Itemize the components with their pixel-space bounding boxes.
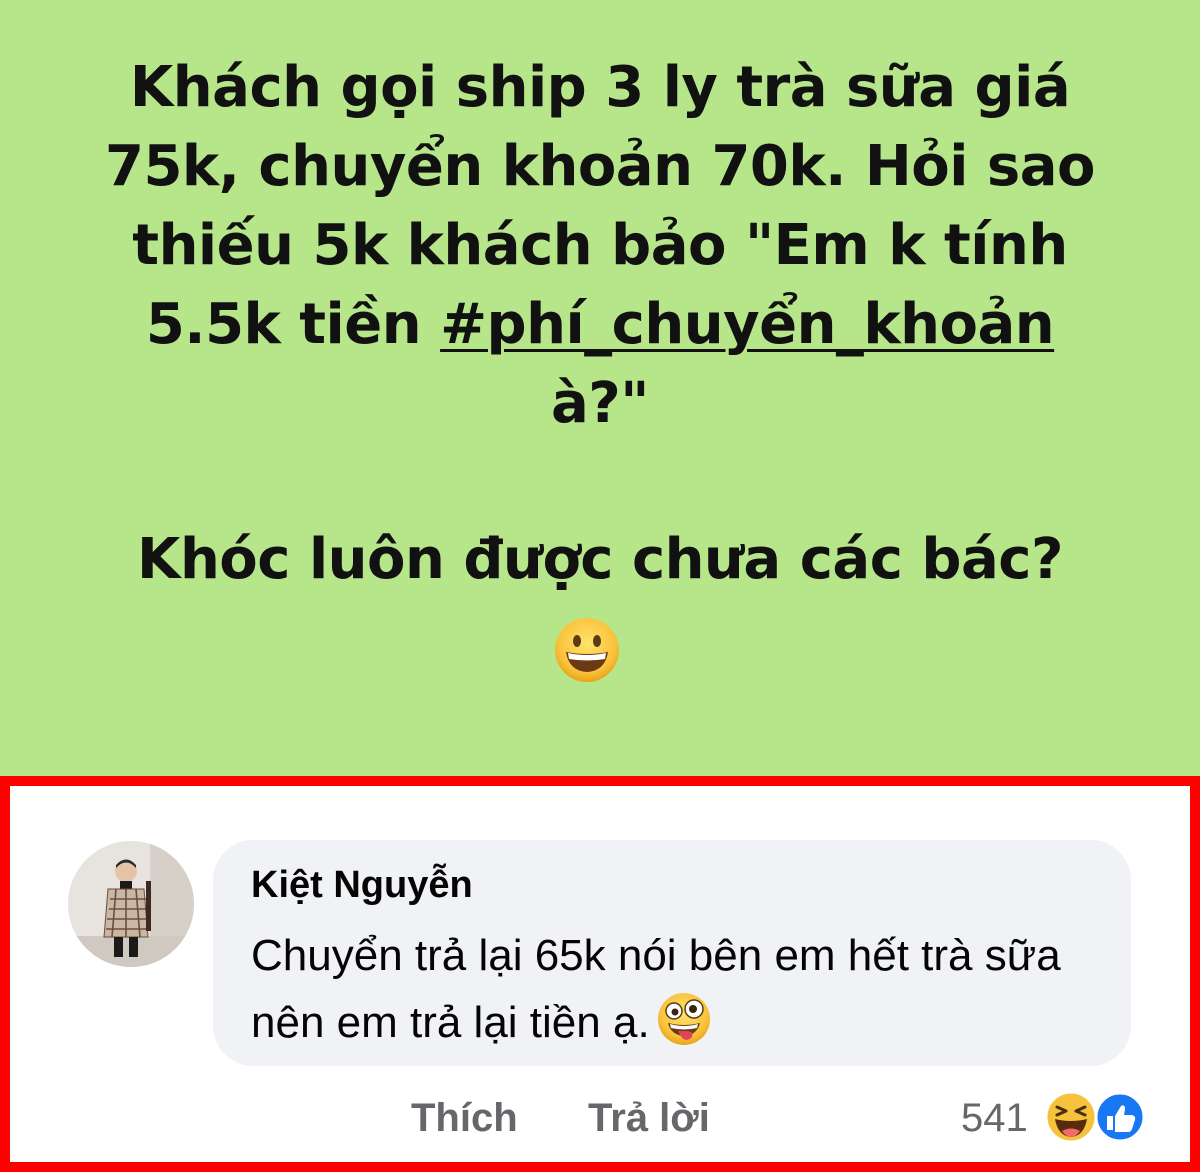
post-line: à?"	[551, 371, 649, 436]
grinning-face-icon	[555, 618, 619, 682]
avatar[interactable]	[68, 841, 194, 967]
avatar-image	[68, 841, 194, 967]
status-post: Khách gọi ship 3 ly trà sữa giá 75k, chu…	[0, 0, 1200, 776]
reaction-count[interactable]: 541	[961, 1096, 1028, 1141]
hashtag-link[interactable]: #phí_chuyển_khoản	[440, 292, 1055, 357]
comment-author[interactable]: Kiệt Nguyễn	[251, 864, 473, 907]
zany-face-icon	[657, 993, 710, 1045]
comment-text: Chuyển trả lại 65k nói bên em hết trà sữ…	[251, 922, 1111, 1056]
laughing-reaction-icon	[1044, 1090, 1098, 1144]
post-line: thiếu 5k khách bảo "Em k tính	[132, 213, 1068, 278]
reply-button[interactable]: Trả lời	[588, 1096, 710, 1141]
like-reaction-icon	[1094, 1091, 1146, 1143]
post-line-prefix: 5.5k tiền	[145, 292, 441, 357]
like-button[interactable]: Thích	[411, 1096, 518, 1141]
post-line: Khách gọi ship 3 ly trà sữa giá	[129, 55, 1071, 120]
comment-actions: Thích Trả lời 541	[10, 1086, 1190, 1146]
post-line: 5.5k tiền #phí_chuyển_khoản	[60, 285, 1140, 364]
post-line: 75k, chuyển khoản 70k. Hỏi sao	[104, 134, 1096, 199]
comment-highlight-frame: Kiệt Nguyễn Chuyển trả lại 65k nói bên e…	[0, 776, 1200, 1172]
post-line: Khóc luôn được chưa các bác?	[137, 527, 1063, 592]
comment-bubble: Kiệt Nguyễn Chuyển trả lại 65k nói bên e…	[213, 840, 1131, 1066]
reaction-icons[interactable]	[1044, 1090, 1148, 1144]
post-text: Khách gọi ship 3 ly trà sữa giá 75k, chu…	[60, 48, 1140, 443]
